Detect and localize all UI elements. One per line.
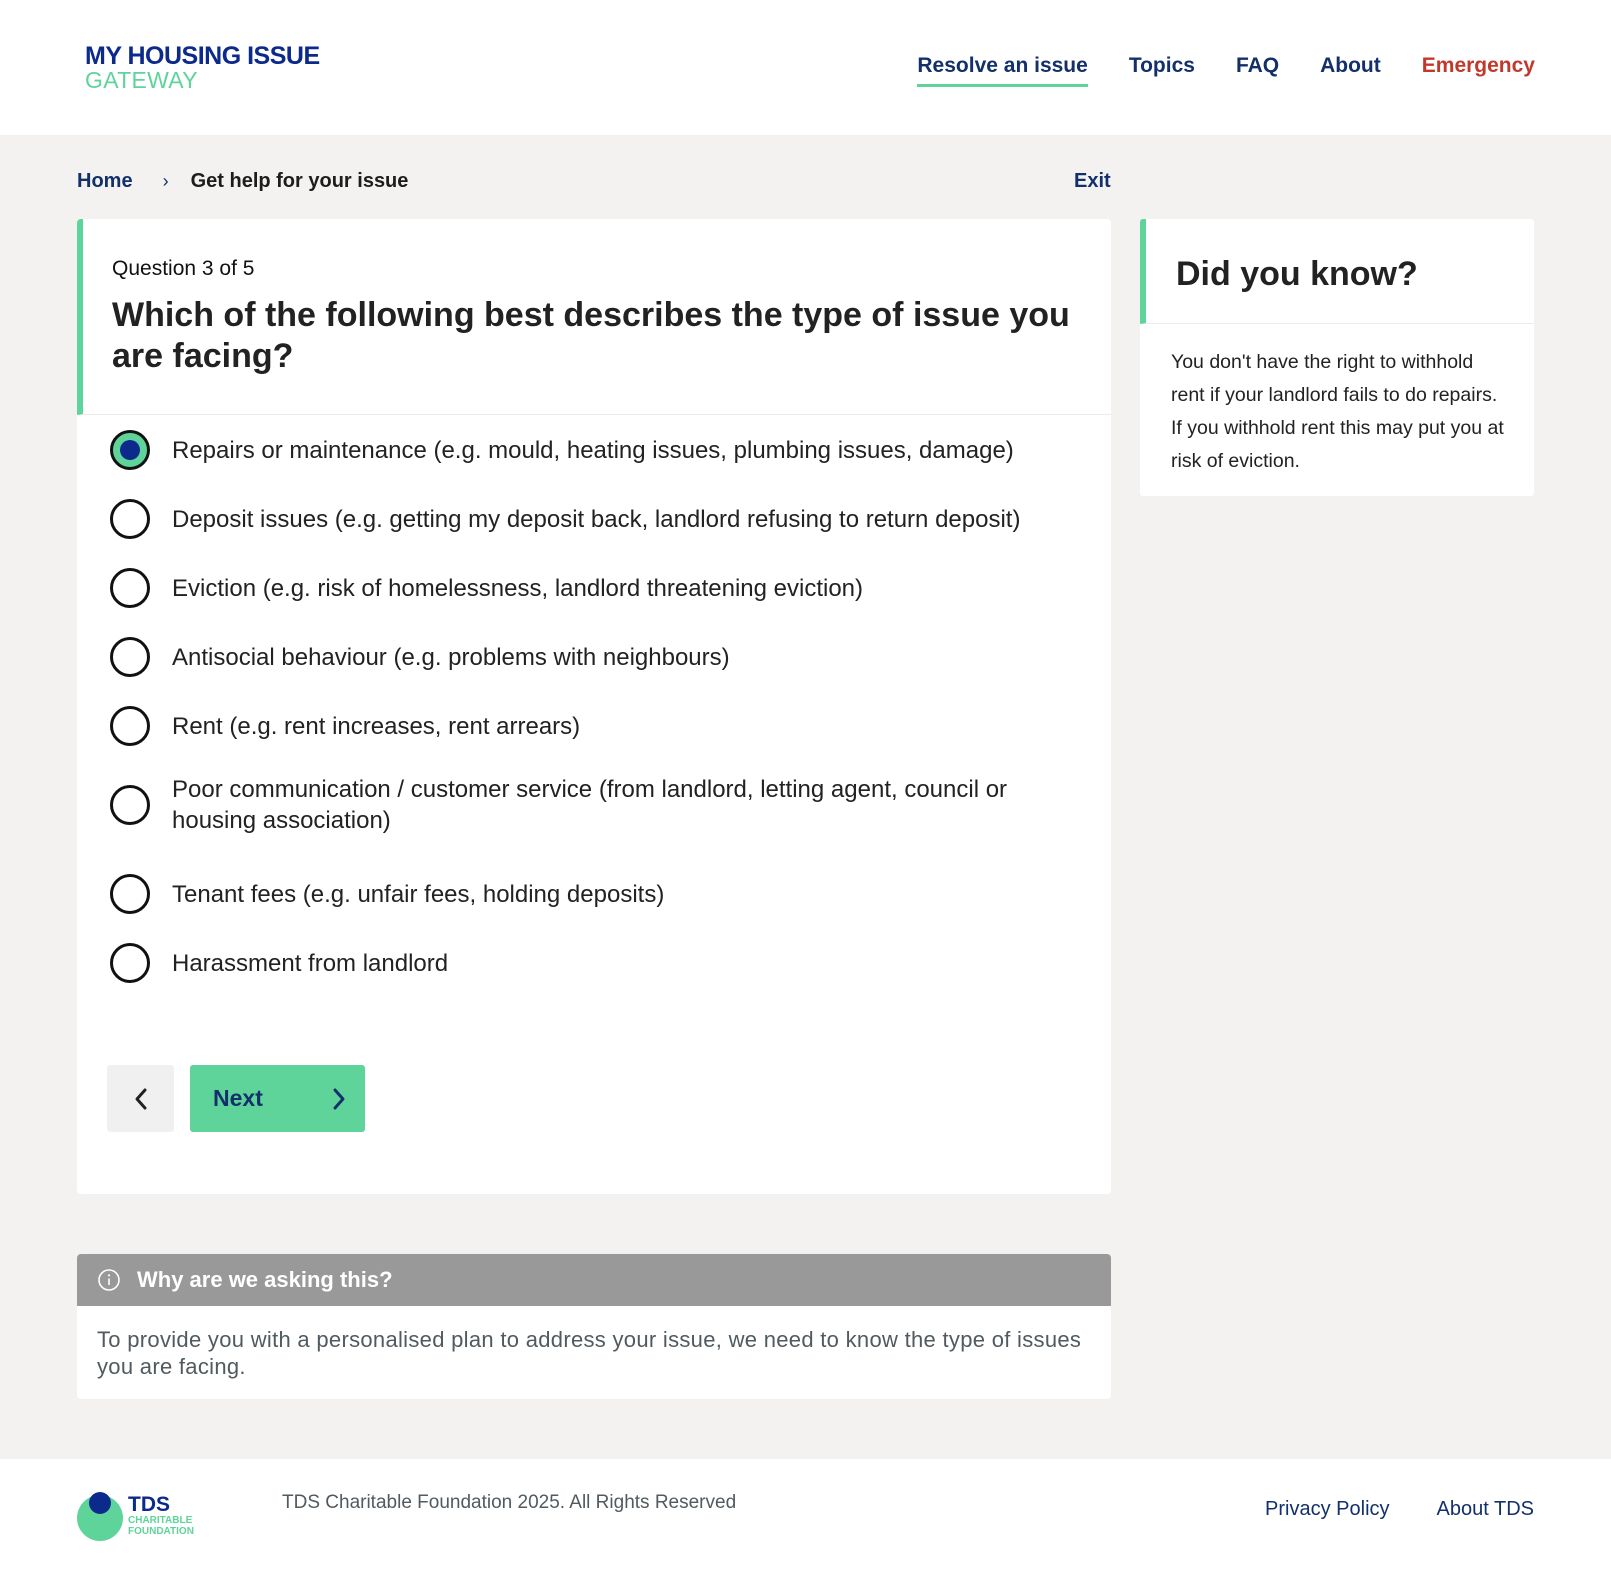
did-you-know-header: Did you know? xyxy=(1140,219,1534,324)
site-footer: TDS CHARITABLE FOUNDATION TDS Charitable… xyxy=(0,1459,1611,1571)
radio-button[interactable] xyxy=(110,874,150,914)
did-you-know-title: Did you know? xyxy=(1176,255,1418,293)
nav-about[interactable]: About xyxy=(1320,54,1381,87)
info-icon xyxy=(98,1269,120,1291)
question-title: Which of the following best describes th… xyxy=(112,296,1070,375)
why-asking-title: Why are we asking this? xyxy=(137,1267,393,1292)
question-counter: Question 3 of 5 xyxy=(112,257,255,280)
radio-option-harassment[interactable]: Harassment from landlord xyxy=(110,943,1032,983)
logo-line1: MY HOUSING ISSUE xyxy=(85,42,320,70)
radio-option-eviction[interactable]: Eviction (e.g. risk of homelessness, lan… xyxy=(110,568,1032,608)
next-button-label: Next xyxy=(213,1085,263,1111)
breadcrumb-home[interactable]: Home xyxy=(77,170,133,193)
radio-button[interactable] xyxy=(110,943,150,983)
radio-option-label: Eviction (e.g. risk of homelessness, lan… xyxy=(172,574,864,602)
radio-button[interactable] xyxy=(110,499,150,539)
radio-option-label: Antisocial behaviour (e.g. problems with… xyxy=(172,643,730,671)
footer-link-privacy-policy[interactable]: Privacy Policy xyxy=(1265,1498,1389,1521)
chevron-right-icon xyxy=(333,1088,345,1109)
tds-logo-sub2: FOUNDATION xyxy=(128,1526,194,1537)
radio-button[interactable] xyxy=(110,706,150,746)
radio-option-deposit[interactable]: Deposit issues (e.g. getting my deposit … xyxy=(110,499,1032,539)
site-logo[interactable]: MY HOUSING ISSUE GATEWAY xyxy=(85,42,320,93)
radio-option-label: Deposit issues (e.g. getting my deposit … xyxy=(172,505,1021,533)
tds-logo-text: TDS xyxy=(128,1493,170,1516)
radio-button[interactable] xyxy=(110,637,150,677)
breadcrumb: Home › Get help for your issue xyxy=(77,170,408,193)
exit-link[interactable]: Exit xyxy=(1074,170,1111,193)
nav-topics[interactable]: Topics xyxy=(1129,54,1195,87)
back-button[interactable] xyxy=(107,1065,174,1132)
tds-logo[interactable]: TDS CHARITABLE FOUNDATION xyxy=(77,1490,207,1542)
radio-option-label: Repairs or maintenance (e.g. mould, heat… xyxy=(172,436,1014,464)
chevron-left-icon xyxy=(135,1088,146,1109)
chevron-right-icon: › xyxy=(162,171,169,191)
why-asking-body: To provide you with a personalised plan … xyxy=(97,1327,1082,1379)
radio-option-rent[interactable]: Rent (e.g. rent increases, rent arrears) xyxy=(110,706,1032,746)
radio-option-label: Harassment from landlord xyxy=(172,949,449,977)
main-nav: Resolve an issue Topics FAQ About Emerge… xyxy=(917,54,1535,87)
radio-option-label: Tenant fees (e.g. unfair fees, holding d… xyxy=(172,880,665,908)
did-you-know-body: You don't have the right to withhold ren… xyxy=(1171,351,1504,472)
radio-option-label: Rent (e.g. rent increases, rent arrears) xyxy=(172,712,581,740)
radio-option-tenant-fees[interactable]: Tenant fees (e.g. unfair fees, holding d… xyxy=(110,874,1032,914)
tds-logo-sub1: CHARITABLE xyxy=(128,1515,193,1526)
breadcrumb-current: Get help for your issue xyxy=(190,170,409,192)
form-actions: Next xyxy=(107,1065,365,1132)
why-asking-toggle[interactable]: Why are we asking this? xyxy=(77,1254,1111,1306)
radio-option-communication[interactable]: Poor communication / customer service (f… xyxy=(110,774,1032,836)
nav-emergency[interactable]: Emergency xyxy=(1422,54,1535,87)
radio-option-antisocial[interactable]: Antisocial behaviour (e.g. problems with… xyxy=(110,637,1032,677)
nav-resolve-an-issue[interactable]: Resolve an issue xyxy=(917,54,1088,87)
logo-line2: GATEWAY xyxy=(85,67,198,93)
footer-copyright: TDS Charitable Foundation 2025. All Righ… xyxy=(282,1492,737,1513)
did-you-know-panel: Did you know? You don't have the right t… xyxy=(1140,219,1534,496)
next-button[interactable]: Next xyxy=(190,1065,365,1132)
tds-logo-mark: TDS CHARITABLE FOUNDATION xyxy=(77,1492,194,1541)
site-header: MY HOUSING ISSUE GATEWAY Resolve an issu… xyxy=(0,0,1611,135)
question-header: Question 3 of 5 Which of the following b… xyxy=(77,219,1111,415)
footer-link-about-tds[interactable]: About TDS xyxy=(1437,1498,1534,1521)
footer-links: Privacy Policy About TDS xyxy=(1265,1498,1534,1521)
radio-button[interactable] xyxy=(110,785,150,825)
radio-button[interactable] xyxy=(110,568,150,608)
radio-option-repairs[interactable]: Repairs or maintenance (e.g. mould, heat… xyxy=(110,430,1032,470)
nav-faq[interactable]: FAQ xyxy=(1236,54,1279,87)
why-asking-panel: Why are we asking this? To provide you w… xyxy=(77,1254,1111,1399)
question-card: Question 3 of 5 Which of the following b… xyxy=(77,219,1111,1194)
radio-option-label: Poor communication / customer service (f… xyxy=(172,776,1008,834)
radio-button[interactable] xyxy=(110,430,150,470)
